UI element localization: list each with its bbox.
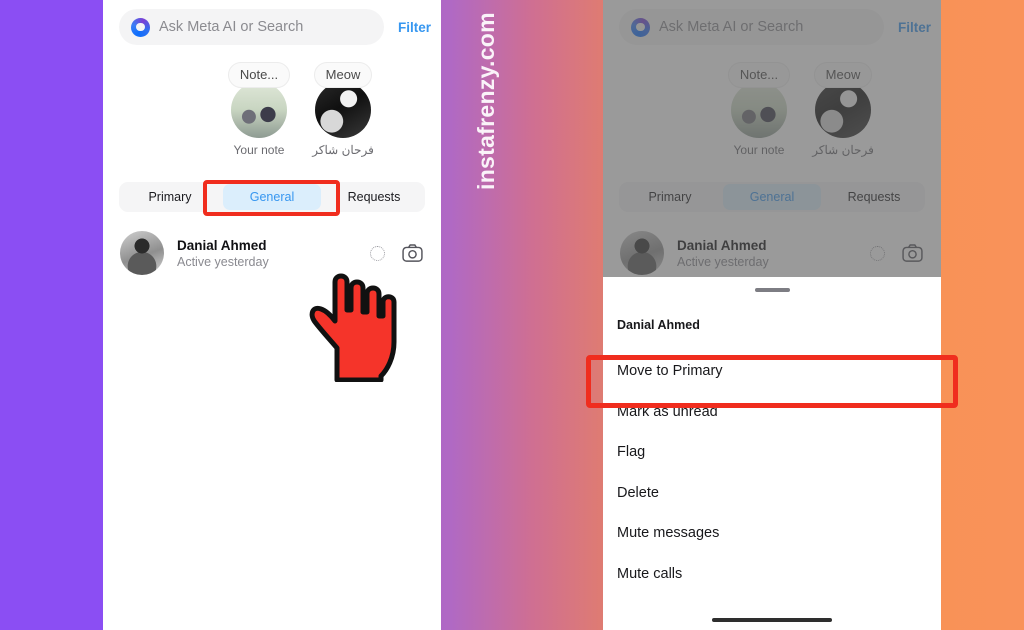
note-bubble[interactable]: Meow: [313, 62, 373, 88]
menu-item-flag[interactable]: Flag: [603, 432, 941, 473]
chat-row-icons: [370, 244, 423, 262]
notes-tray: Note... Your note Meow فرحان شاكر: [103, 62, 441, 174]
drag-handle[interactable]: [754, 288, 790, 292]
pointing-hand-cursor: [309, 273, 397, 382]
danial-ahmed-avatar[interactable]: [120, 231, 164, 275]
menu-item-mute-calls[interactable]: Mute calls: [603, 554, 941, 595]
menu-item-delete[interactable]: Delete: [603, 473, 941, 514]
home-indicator: [712, 618, 832, 622]
farhan-shakir-avatar[interactable]: [315, 82, 371, 138]
action-bottom-sheet: Danial Ahmed Move to Primary Mark as unr…: [603, 277, 941, 630]
camera-icon[interactable]: [402, 244, 423, 262]
chat-status: Active yesterday: [177, 254, 269, 269]
dotted-circle-icon[interactable]: [370, 245, 385, 261]
search-row: Ask Meta AI or Search Filter: [103, 8, 441, 46]
note-label: فرحان شاكر: [312, 143, 374, 157]
phone-screen-left: Ask Meta AI or Search Filter Note... You…: [103, 0, 441, 630]
note-item-farhan[interactable]: Meow فرحان شاكر: [295, 62, 391, 157]
sheet-title: Danial Ahmed: [617, 318, 700, 332]
phone-screen-right: Ask Meta AI or Search Filter Note... You…: [603, 0, 941, 630]
meta-ai-ring-icon: [131, 17, 150, 37]
chat-name: Danial Ahmed: [177, 237, 267, 253]
chat-text: Danial Ahmed Active yesterday: [177, 238, 269, 269]
watermark: instafrenzy.com: [473, 12, 499, 190]
note-label: Your note: [233, 143, 285, 157]
search-placeholder: Ask Meta AI or Search: [159, 19, 304, 35]
highlight-box-move-to-primary: [586, 355, 958, 408]
note-bubble[interactable]: Note...: [227, 62, 291, 88]
your-note-avatar[interactable]: [231, 82, 287, 138]
screenshot-canvas: instafrenzy.com Ask Meta AI or Search Fi…: [0, 0, 1024, 630]
menu-item-mute-messages[interactable]: Mute messages: [603, 513, 941, 554]
highlight-box-general-tab: [203, 180, 340, 216]
dimmed-background-screen: Ask Meta AI or Search Filter Note... You…: [603, 0, 941, 277]
modal-scrim[interactable]: [603, 0, 941, 277]
search-input[interactable]: Ask Meta AI or Search: [119, 9, 384, 45]
note-item-your-note[interactable]: Note... Your note: [211, 62, 307, 157]
filter-button[interactable]: Filter: [398, 20, 431, 35]
